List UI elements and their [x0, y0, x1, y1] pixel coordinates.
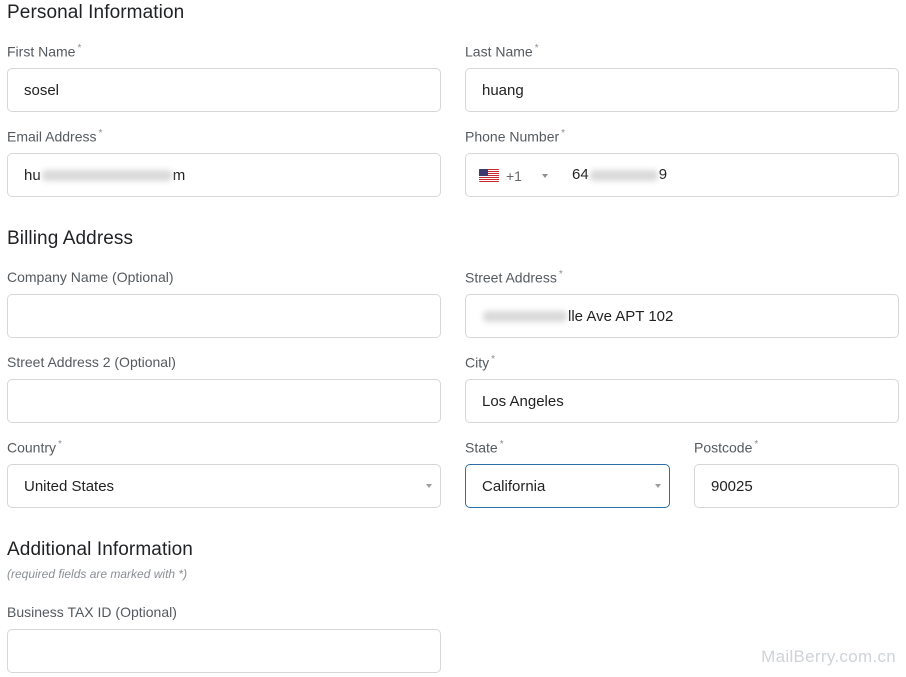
- street-address-2-label: Street Address 2 (Optional): [7, 354, 176, 370]
- postcode-label: Postcode *: [694, 439, 759, 456]
- billing-address-heading: Billing Address: [7, 228, 134, 249]
- first-name-value: sosel: [24, 81, 60, 99]
- first-name-field[interactable]: sosel: [7, 68, 441, 112]
- required-marker: *: [561, 128, 566, 139]
- tax-id-field[interactable]: [7, 629, 441, 673]
- required-marker: *: [58, 439, 62, 450]
- state-value: California: [482, 477, 546, 495]
- personal-information-heading: Personal Information: [7, 2, 185, 23]
- phone-value: 64 9: [572, 166, 668, 183]
- additional-information-heading: Additional Information: [7, 539, 193, 560]
- required-fields-note: (required fields are marked with *): [7, 567, 188, 581]
- city-label: City *: [465, 354, 496, 371]
- postcode-value: 90025: [711, 477, 753, 495]
- state-label: State *: [465, 439, 504, 456]
- company-name-field[interactable]: [7, 294, 441, 338]
- redacted-blur: [589, 169, 658, 181]
- country-label: Country *: [7, 439, 62, 456]
- city-field[interactable]: Los Angeles: [465, 379, 899, 423]
- required-marker: *: [534, 43, 539, 54]
- us-flag-icon[interactable]: [479, 169, 499, 182]
- email-field[interactable]: hu m: [7, 153, 441, 197]
- state-select[interactable]: California: [465, 464, 670, 508]
- chevron-down-icon[interactable]: [542, 174, 548, 178]
- city-value: Los Angeles: [482, 392, 564, 410]
- street-address-value: lle Ave APT 102: [466, 308, 673, 325]
- required-marker: *: [77, 43, 82, 54]
- first-name-label: First Name *: [7, 43, 82, 60]
- email-value: hu m: [24, 166, 186, 184]
- watermark: MailBerry.com.cn: [761, 647, 896, 666]
- phone-field[interactable]: +1 64 9: [465, 153, 899, 197]
- required-marker: *: [558, 269, 563, 280]
- redacted-blur: [483, 311, 567, 323]
- required-marker: *: [491, 354, 496, 365]
- postcode-field[interactable]: 90025: [694, 464, 899, 508]
- required-marker: *: [98, 128, 103, 139]
- chevron-down-icon[interactable]: [655, 484, 661, 488]
- last-name-label: Last Name *: [465, 43, 539, 60]
- tax-id-label: Business TAX ID (Optional): [7, 604, 177, 620]
- street-address-label: Street Address *: [465, 269, 563, 286]
- country-code[interactable]: +1: [506, 168, 522, 184]
- country-value: United States: [24, 477, 115, 495]
- phone-label: Phone Number *: [465, 128, 566, 145]
- last-name-value: huang: [482, 81, 524, 99]
- country-select[interactable]: United States: [7, 464, 441, 508]
- company-name-label: Company Name (Optional): [7, 269, 174, 285]
- redacted-blur: [41, 170, 172, 182]
- street-address-2-field[interactable]: [7, 379, 441, 423]
- last-name-field[interactable]: huang: [465, 68, 899, 112]
- required-marker: *: [499, 439, 504, 450]
- email-label: Email Address *: [7, 128, 103, 145]
- street-address-field[interactable]: lle Ave APT 102: [465, 294, 899, 338]
- required-marker: *: [754, 439, 759, 450]
- chevron-down-icon[interactable]: [426, 484, 432, 488]
